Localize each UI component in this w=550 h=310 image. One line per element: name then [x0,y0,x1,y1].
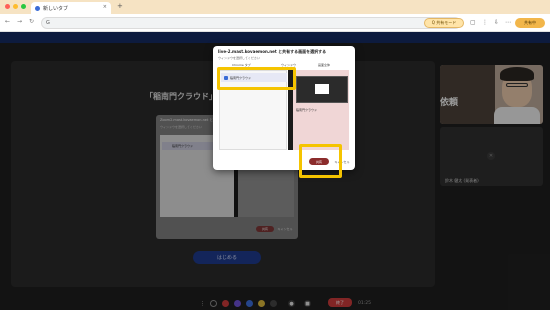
forward-icon[interactable]: → [17,18,22,25]
more-icon[interactable]: ⋯ [505,19,511,26]
dialog-subtitle: ウィンドウを選択してください [218,56,260,60]
meeting-header-bar [0,32,550,43]
reload-icon[interactable]: ↻ [29,18,34,25]
browser-tab-bar: 新しいタブ × + [0,0,550,14]
new-tab-button[interactable]: + [117,2,123,10]
url-text: G [46,20,50,26]
tab-favicon-icon [35,5,40,11]
preview-label: 稲南門クラウド [296,108,318,112]
address-bar-row: ← → ↻ G Q 共有モード ▢ ⋮ ⇩ ⋯ 共有中 [0,14,550,32]
tab-close-icon[interactable]: × [103,4,107,10]
share-button-highlight [299,144,342,178]
window-controls [5,4,26,9]
extensions-icon[interactable]: ▢ [470,19,476,26]
sharing-status-button[interactable]: 共有中 [515,18,545,28]
url-input[interactable]: G [41,17,461,29]
tab-entire-screen[interactable]: 画面全体 [318,63,330,67]
menu-icon[interactable]: ⋮ [482,19,488,26]
download-icon[interactable]: ⇩ [494,19,499,26]
back-icon[interactable]: ← [5,18,10,25]
dialog-title: live-2.mast.kovaemon.net と共有する画面を選択する [218,49,327,54]
maximize-window-dot[interactable] [21,4,26,9]
share-mode-pill[interactable]: Q 共有モード [424,18,464,28]
option-highlight [217,67,296,90]
tab-title: 新しいタブ [43,5,69,12]
browser-tab[interactable]: 新しいタブ × [31,2,111,14]
minimize-window-dot[interactable] [13,4,18,9]
close-window-dot[interactable] [5,4,10,9]
preview-card [315,84,329,94]
